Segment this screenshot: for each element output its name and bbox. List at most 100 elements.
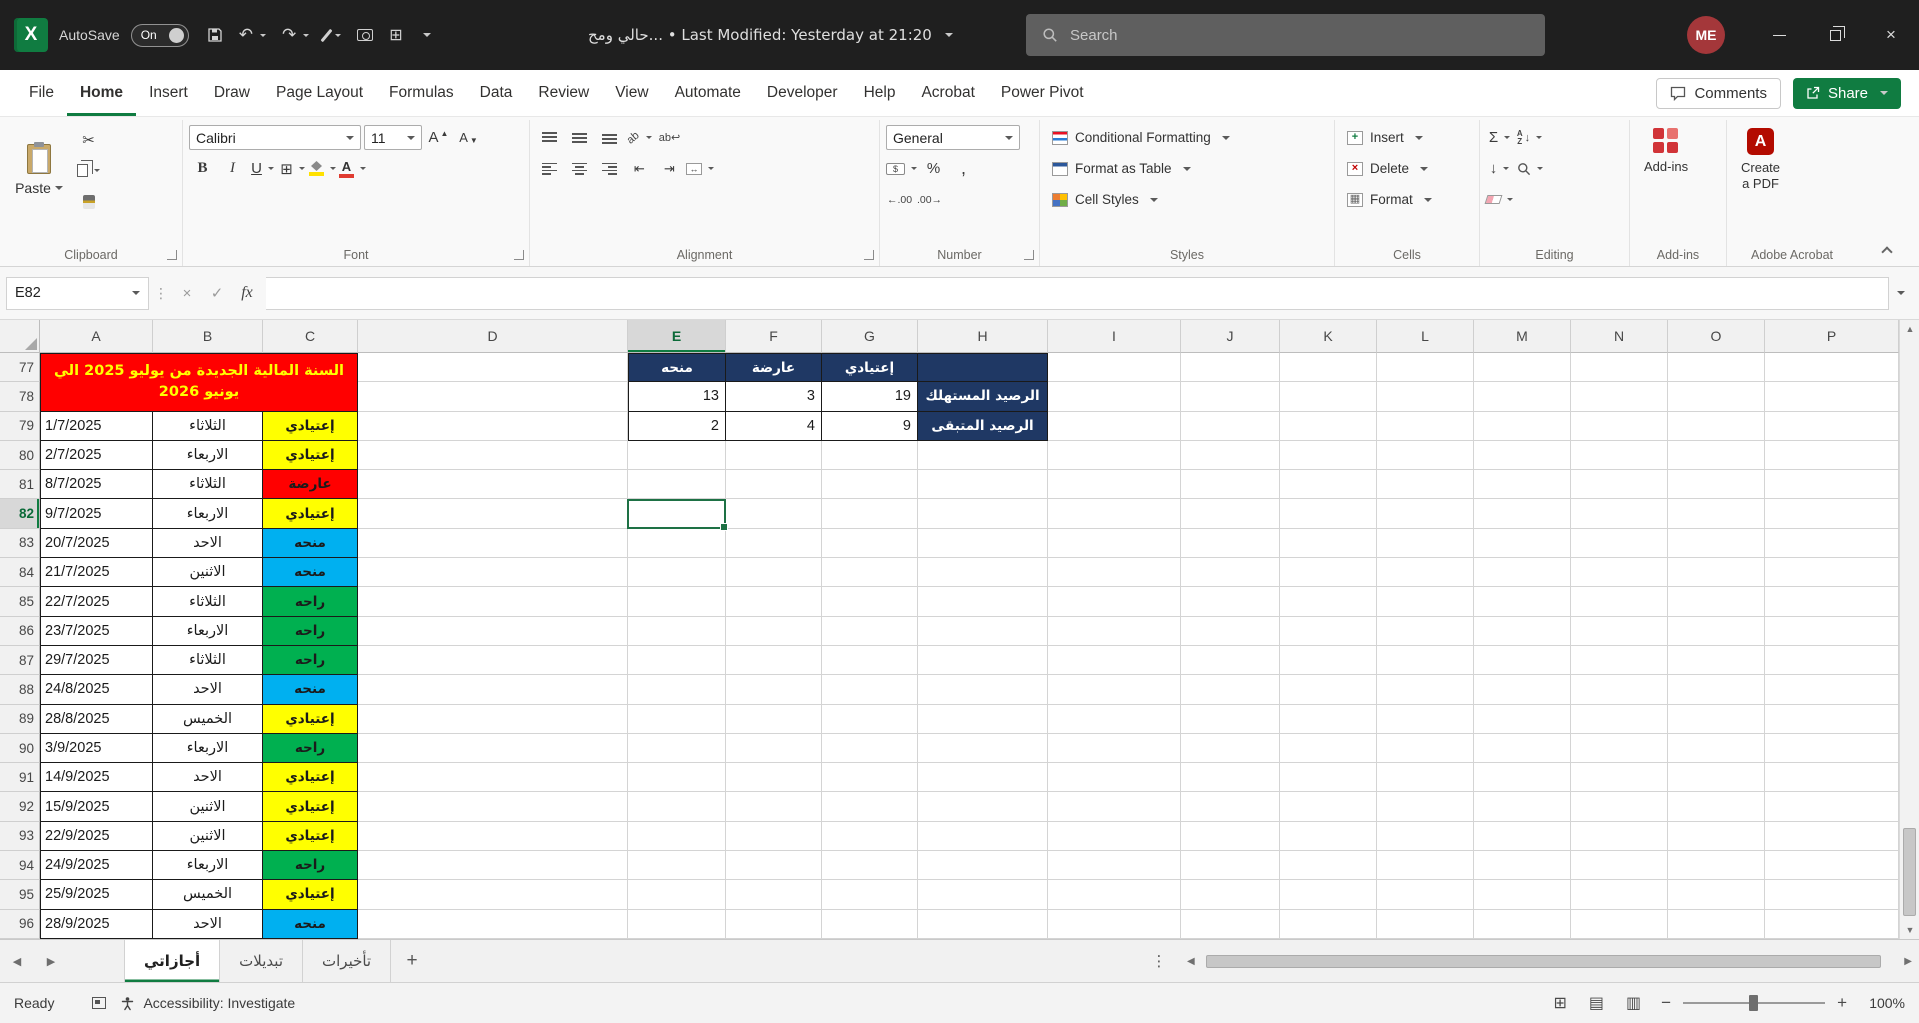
cell-I85[interactable] — [1048, 587, 1181, 617]
cell-G78[interactable]: 19 — [822, 382, 918, 412]
cell-K95[interactable] — [1280, 880, 1377, 910]
cell-I89[interactable] — [1048, 704, 1181, 734]
cell-P90[interactable] — [1765, 733, 1899, 764]
cell-N89[interactable] — [1571, 704, 1668, 734]
cell-K90[interactable] — [1280, 733, 1377, 764]
cell-I82[interactable] — [1048, 499, 1181, 529]
cell-L94[interactable] — [1377, 851, 1474, 881]
sheet-nav-left-button[interactable]: ◀ — [0, 940, 34, 982]
cell-C82[interactable]: إعتيادي — [263, 499, 358, 529]
cell-I95[interactable] — [1048, 880, 1181, 910]
cell-A94[interactable]: 24/9/2025 — [40, 851, 153, 881]
cell-E87[interactable] — [628, 645, 726, 676]
cell-K79[interactable] — [1280, 411, 1377, 441]
column-header-G[interactable]: G — [822, 320, 918, 353]
select-all-corner[interactable] — [0, 320, 40, 353]
cell-E82[interactable] — [628, 499, 726, 529]
row-header-84[interactable]: 84 — [0, 558, 40, 588]
cell-B94[interactable]: الاربعاء — [153, 851, 263, 881]
cell-L87[interactable] — [1377, 645, 1474, 676]
cell-D91[interactable] — [358, 763, 628, 793]
scroll-right-arrow[interactable]: ▶ — [1901, 956, 1915, 967]
cell-K83[interactable] — [1280, 528, 1377, 559]
cell-M80[interactable] — [1474, 440, 1571, 471]
number-format-combo[interactable]: General — [886, 125, 1020, 150]
cell-B82[interactable]: الاربعاء — [153, 499, 263, 529]
cell-L89[interactable] — [1377, 704, 1474, 734]
cell-A89[interactable]: 28/8/2025 — [40, 704, 153, 734]
decrease-font-button[interactable]: A ▼ — [455, 124, 482, 151]
cell-L86[interactable] — [1377, 616, 1474, 646]
cell-D92[interactable] — [358, 792, 628, 822]
cell-P81[interactable] — [1765, 470, 1899, 500]
cell-J95[interactable] — [1181, 880, 1280, 910]
cell-K94[interactable] — [1280, 851, 1377, 881]
row-header-83[interactable]: 83 — [0, 528, 40, 559]
cell-L82[interactable] — [1377, 499, 1474, 529]
cell-L93[interactable] — [1377, 821, 1474, 852]
cell-N88[interactable] — [1571, 675, 1668, 705]
ribbon-tab-help[interactable]: Help — [851, 70, 909, 116]
cell-G84[interactable] — [822, 558, 918, 588]
cell-K93[interactable] — [1280, 821, 1377, 852]
cell-A92[interactable]: 15/9/2025 — [40, 792, 153, 822]
cell-P87[interactable] — [1765, 645, 1899, 676]
horizontal-scroll-track[interactable] — [1202, 954, 1898, 968]
restore-button[interactable] — [1807, 0, 1863, 70]
cell-O94[interactable] — [1668, 851, 1765, 881]
pen-tool-button[interactable] — [318, 23, 348, 48]
vertical-scrollbar[interactable]: ▲ ▼ — [1899, 320, 1919, 939]
cell-K77[interactable] — [1280, 353, 1377, 383]
cell-C88[interactable]: منحه — [263, 675, 358, 705]
cell-B88[interactable]: الاحد — [153, 675, 263, 705]
cell-D84[interactable] — [358, 558, 628, 588]
clipboard-dialog-launcher[interactable] — [167, 250, 177, 260]
merged-banner-cell[interactable]: السنة المالية الجديدة من يوليو 2025 الي ي… — [40, 353, 358, 412]
cell-I94[interactable] — [1048, 851, 1181, 881]
cell-D78[interactable] — [358, 382, 628, 412]
column-header-I[interactable]: I — [1048, 320, 1181, 353]
increase-decimal-button[interactable]: ←.00 — [886, 186, 913, 213]
cell-C83[interactable]: منحه — [263, 528, 358, 559]
excel-logo-icon[interactable]: X — [14, 18, 48, 52]
cell-G80[interactable] — [822, 440, 918, 471]
cell-C94[interactable]: راحه — [263, 851, 358, 881]
cell-I83[interactable] — [1048, 528, 1181, 559]
align-bottom-button[interactable] — [596, 124, 623, 151]
page-break-view-button[interactable]: ▥ — [1622, 993, 1645, 1013]
format-as-table-button[interactable]: Format as Table — [1046, 153, 1197, 184]
cell-O84[interactable] — [1668, 558, 1765, 588]
cell-A82[interactable]: 9/7/2025 — [40, 499, 153, 529]
cell-B90[interactable]: الاربعاء — [153, 733, 263, 764]
insert-cells-button[interactable]: + Insert — [1341, 122, 1429, 153]
cell-E89[interactable] — [628, 704, 726, 734]
sheet-options-button[interactable]: ⋮ — [1146, 940, 1172, 982]
cell-B91[interactable]: الاحد — [153, 763, 263, 793]
cell-I84[interactable] — [1048, 558, 1181, 588]
cell-J84[interactable] — [1181, 558, 1280, 588]
row-header-91[interactable]: 91 — [0, 763, 40, 793]
cell-H85[interactable] — [918, 587, 1048, 617]
cell-G91[interactable] — [822, 763, 918, 793]
ribbon-tab-acrobat[interactable]: Acrobat — [908, 70, 987, 116]
cell-O87[interactable] — [1668, 645, 1765, 676]
cell-J90[interactable] — [1181, 733, 1280, 764]
save-button[interactable] — [200, 22, 230, 48]
orientation-button[interactable]: ab — [625, 124, 653, 151]
cell-M81[interactable] — [1474, 470, 1571, 500]
cell-F87[interactable] — [726, 645, 822, 676]
cell-L96[interactable] — [1377, 909, 1474, 939]
alignment-dialog-launcher[interactable] — [864, 250, 874, 260]
column-header-B[interactable]: B — [153, 320, 263, 353]
cell-M94[interactable] — [1474, 851, 1571, 881]
sheet-nav-right-button[interactable]: ▶ — [34, 940, 68, 982]
cell-B84[interactable]: الاثنين — [153, 558, 263, 588]
cell-P80[interactable] — [1765, 440, 1899, 471]
cell-N85[interactable] — [1571, 587, 1668, 617]
cell-N79[interactable] — [1571, 411, 1668, 441]
cell-D88[interactable] — [358, 675, 628, 705]
cell-F95[interactable] — [726, 880, 822, 910]
increase-indent-button[interactable]: ⇥ — [656, 155, 683, 182]
cell-M95[interactable] — [1474, 880, 1571, 910]
format-cells-button[interactable]: ▦ Format — [1341, 184, 1438, 215]
